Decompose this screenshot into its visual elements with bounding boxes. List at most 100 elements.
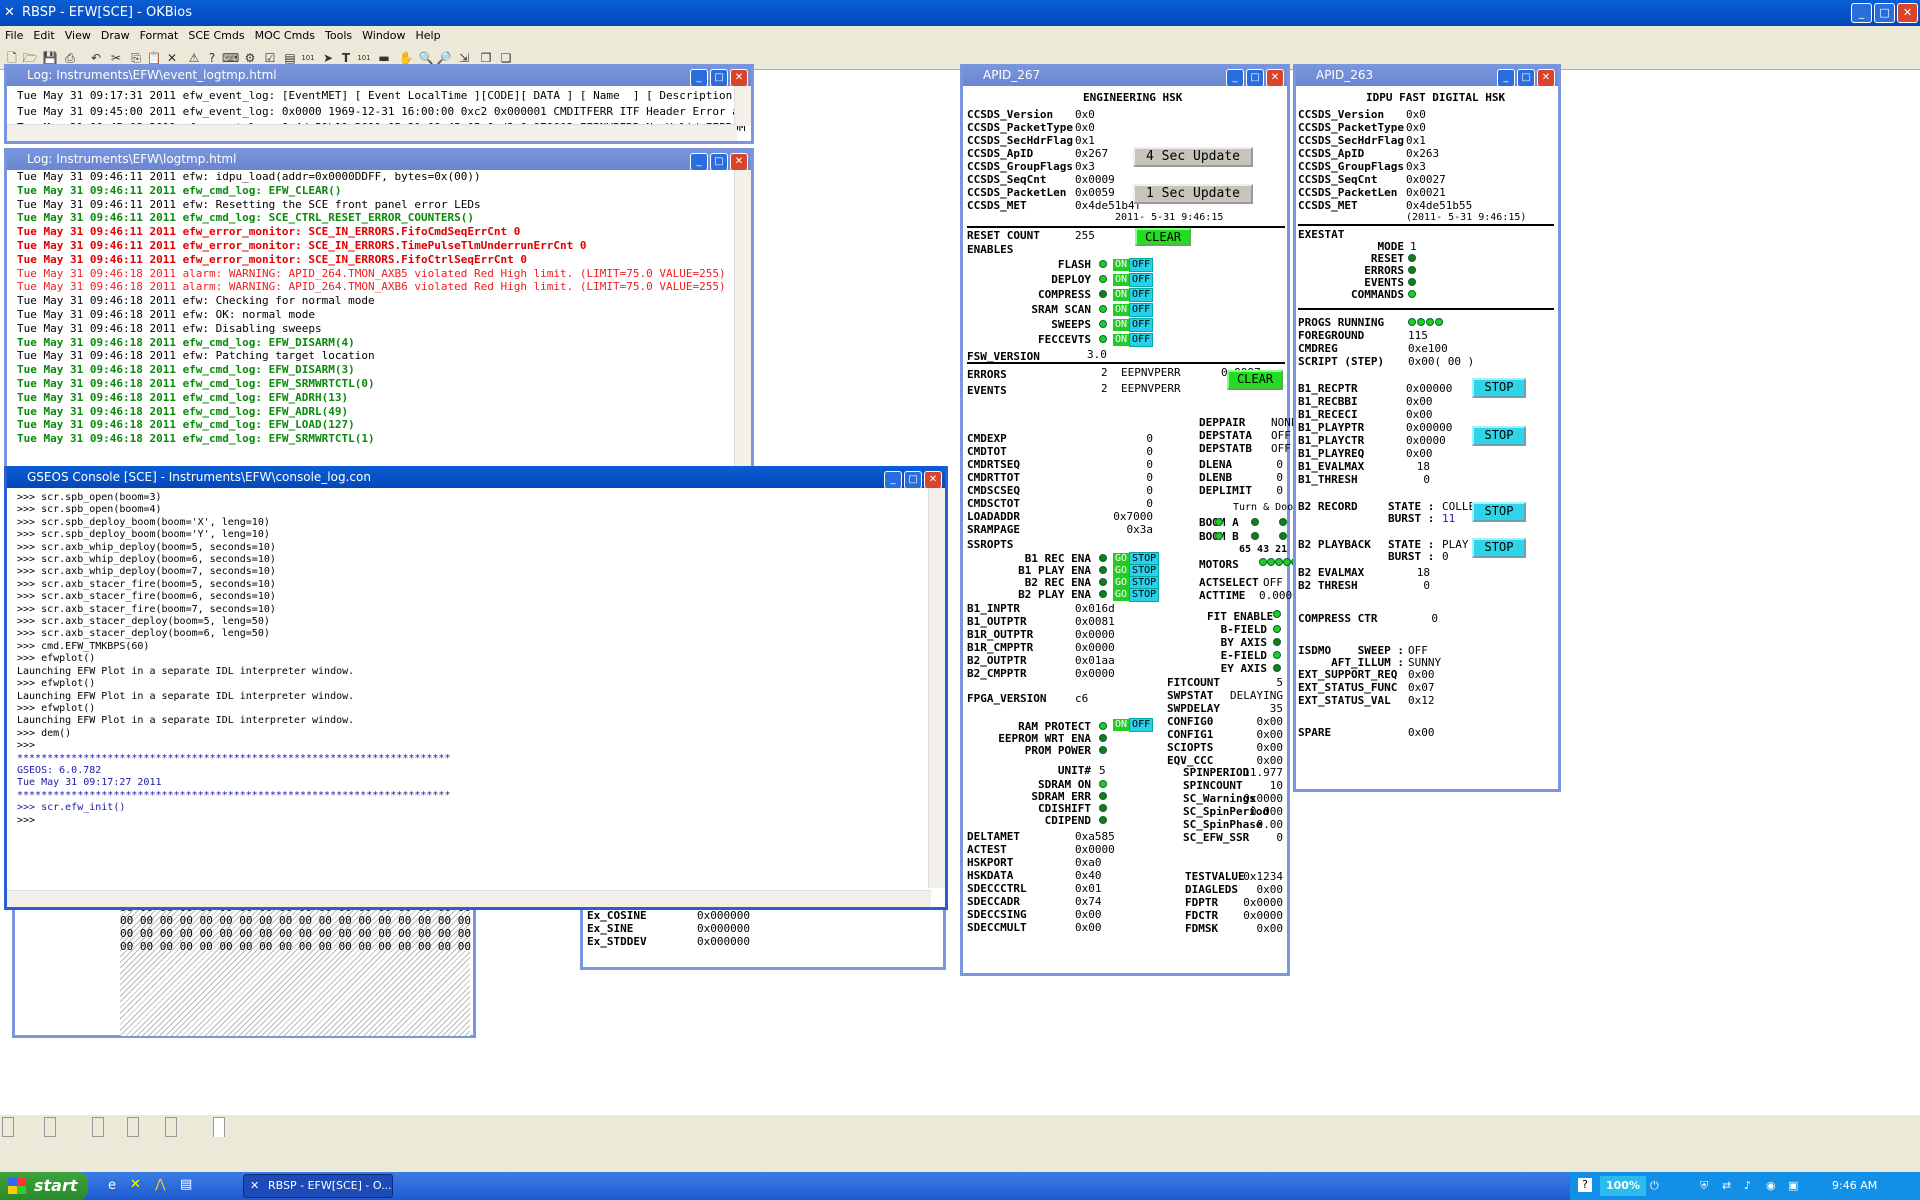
menu-draw[interactable]: Draw <box>96 26 135 45</box>
tab-1[interactable] <box>44 1117 56 1137</box>
enable-toggle-on[interactable]: ON <box>1113 259 1130 271</box>
4-sec-update-button[interactable]: 4 Sec Update <box>1133 147 1253 167</box>
field-value: 18 <box>1416 460 1430 473</box>
menu-help[interactable]: Help <box>411 26 446 45</box>
field-value: 0x3a <box>1126 523 1154 536</box>
ssr-toggle-on[interactable]: GO <box>1113 589 1130 601</box>
ie-icon[interactable]: e <box>108 1178 116 1193</box>
horizontal-scrollbar[interactable] <box>7 124 737 141</box>
log-content: Tue May 31 09:46:11 2011 efw: idpu_load(… <box>7 170 751 515</box>
minimize-button[interactable]: _ <box>1851 3 1872 23</box>
field-label: B1_RECECI <box>1298 408 1358 421</box>
enable-toggle-on[interactable]: ON <box>1113 274 1130 286</box>
horizontal-scrollbar[interactable] <box>7 890 931 907</box>
enable-toggle-off[interactable]: OFF <box>1129 303 1154 317</box>
maximize-button[interactable]: □ <box>1517 69 1535 86</box>
maximize-button[interactable]: □ <box>1874 3 1895 23</box>
quicklaunch-icon-3[interactable]: ▤ <box>180 1177 192 1192</box>
field-label: SDECCSING <box>967 908 1027 921</box>
enable-toggle-on[interactable]: ON <box>1113 304 1130 316</box>
spin-value: 10 <box>1269 779 1283 792</box>
vertical-scrollbar[interactable] <box>928 488 945 888</box>
menu-sce-cmds[interactable]: SCE Cmds <box>183 26 249 45</box>
tab-0[interactable] <box>2 1117 14 1137</box>
tab-3[interactable] <box>127 1117 139 1137</box>
maximize-button[interactable]: □ <box>904 471 922 488</box>
menu-edit[interactable]: Edit <box>28 26 59 45</box>
taskbar-item-okbios[interactable]: ✕ RBSP - EFW[SCE] - O... <box>243 1174 393 1198</box>
field-value: 0x0027 <box>1406 173 1446 186</box>
close-button[interactable]: ✕ <box>1897 3 1918 23</box>
stop-b2-record-button[interactable]: STOP <box>1472 502 1526 522</box>
start-button[interactable]: start <box>0 1172 88 1200</box>
close-button[interactable]: ✕ <box>924 471 942 488</box>
console-content[interactable]: >>> scr.spb_open(boom=3) >>> scr.spb_open… <box>7 488 945 888</box>
vertical-scrollbar[interactable] <box>734 86 751 126</box>
minimize-button[interactable]: _ <box>690 153 708 170</box>
enable-toggle-off[interactable]: OFF <box>1129 333 1154 347</box>
log-line: Tue May 31 09:46:18 2011 efw_cmd_log: EF… <box>17 404 349 418</box>
field-value: 0x00 <box>1406 395 1433 408</box>
tab-5[interactable] <box>213 1117 225 1137</box>
close-button[interactable]: ✕ <box>1537 69 1555 86</box>
ssr-toggle-off[interactable]: STOP <box>1129 588 1160 602</box>
ssr-toggle[interactable]: GO STOP <box>1113 588 1160 602</box>
enable-toggle[interactable]: ON OFF <box>1113 318 1154 332</box>
quicklaunch-icon-2[interactable]: ⋀ <box>155 1177 166 1192</box>
help-tray-icon[interactable]: ? <box>1578 1178 1592 1192</box>
sine-value: 0x000000 <box>697 909 750 922</box>
enable-toggle[interactable]: ON OFF <box>1113 303 1154 317</box>
enable-toggle-off[interactable]: OFF <box>1129 273 1154 287</box>
ram-protect-toggle-off[interactable]: OFF <box>1129 718 1154 732</box>
ram-protect-toggle-on[interactable]: ON <box>1113 719 1130 731</box>
window-title: APID_263 <box>1316 68 1374 82</box>
menu-view[interactable]: View <box>60 26 96 45</box>
close-button[interactable]: ✕ <box>730 69 748 86</box>
enable-toggle-off[interactable]: OFF <box>1129 318 1154 332</box>
tab-2[interactable] <box>92 1117 104 1137</box>
maximize-button[interactable]: □ <box>1246 69 1264 86</box>
enable-toggle-off[interactable]: OFF <box>1129 288 1154 302</box>
menu-file[interactable]: File <box>0 26 28 45</box>
minimize-button[interactable]: _ <box>1226 69 1244 86</box>
enable-toggle-off[interactable]: OFF <box>1129 258 1154 272</box>
field-label: EXT_SUPPORT_REQ <box>1298 668 1398 681</box>
console-line: ****************************************… <box>17 789 451 801</box>
window-title: Log: Instruments\EFW\logtmp.html <box>27 152 237 166</box>
enable-toggle[interactable]: ON OFF <box>1113 273 1154 287</box>
clear-button[interactable]: CLEAR <box>1135 228 1191 246</box>
menu-tools[interactable]: Tools <box>320 26 357 45</box>
menu-moc-cmds[interactable]: MOC Cmds <box>250 26 320 45</box>
quicklaunch-icon[interactable]: ✕ <box>130 1177 141 1192</box>
vertical-scrollbar[interactable] <box>734 170 751 513</box>
zoom-level[interactable]: 100% <box>1600 1176 1646 1196</box>
enable-toggle[interactable]: ON OFF <box>1113 258 1154 272</box>
stop-b2-playback-button[interactable]: STOP <box>1472 538 1526 558</box>
tab-4[interactable] <box>165 1117 177 1137</box>
enable-toggle[interactable]: ON OFF <box>1113 333 1154 347</box>
clear-errors-button[interactable]: CLEAR <box>1227 370 1283 390</box>
ram-protect-toggle[interactable]: ON OFF <box>1113 718 1154 732</box>
b2-record-label: B2 RECORD <box>1298 500 1358 513</box>
1-sec-update-button[interactable]: 1 Sec Update <box>1133 184 1253 204</box>
enable-toggle-on[interactable]: ON <box>1113 319 1130 331</box>
minimize-button[interactable]: _ <box>1497 69 1515 86</box>
field-label: EXT_STATUS_FUNC <box>1298 681 1398 694</box>
enable-toggle-on[interactable]: ON <box>1113 334 1130 346</box>
menu-format[interactable]: Format <box>135 26 184 45</box>
met-date: 2011- 5-31 9:46:15 <box>1115 212 1224 223</box>
field-value: 18 <box>1416 566 1430 579</box>
close-button[interactable]: ✕ <box>730 153 748 170</box>
maximize-button[interactable]: □ <box>710 153 728 170</box>
dl-label: DLENB <box>1199 471 1233 484</box>
minimize-button[interactable]: _ <box>884 471 902 488</box>
enable-led <box>1099 335 1107 343</box>
enable-toggle-on[interactable]: ON <box>1113 289 1130 301</box>
maximize-button[interactable]: □ <box>710 69 728 86</box>
stop-playptr-button[interactable]: STOP <box>1472 426 1526 446</box>
enable-toggle[interactable]: ON OFF <box>1113 288 1154 302</box>
stop-recptr-button[interactable]: STOP <box>1472 378 1526 398</box>
menu-window[interactable]: Window <box>357 26 410 45</box>
minimize-button[interactable]: _ <box>690 69 708 86</box>
close-button[interactable]: ✕ <box>1266 69 1284 86</box>
